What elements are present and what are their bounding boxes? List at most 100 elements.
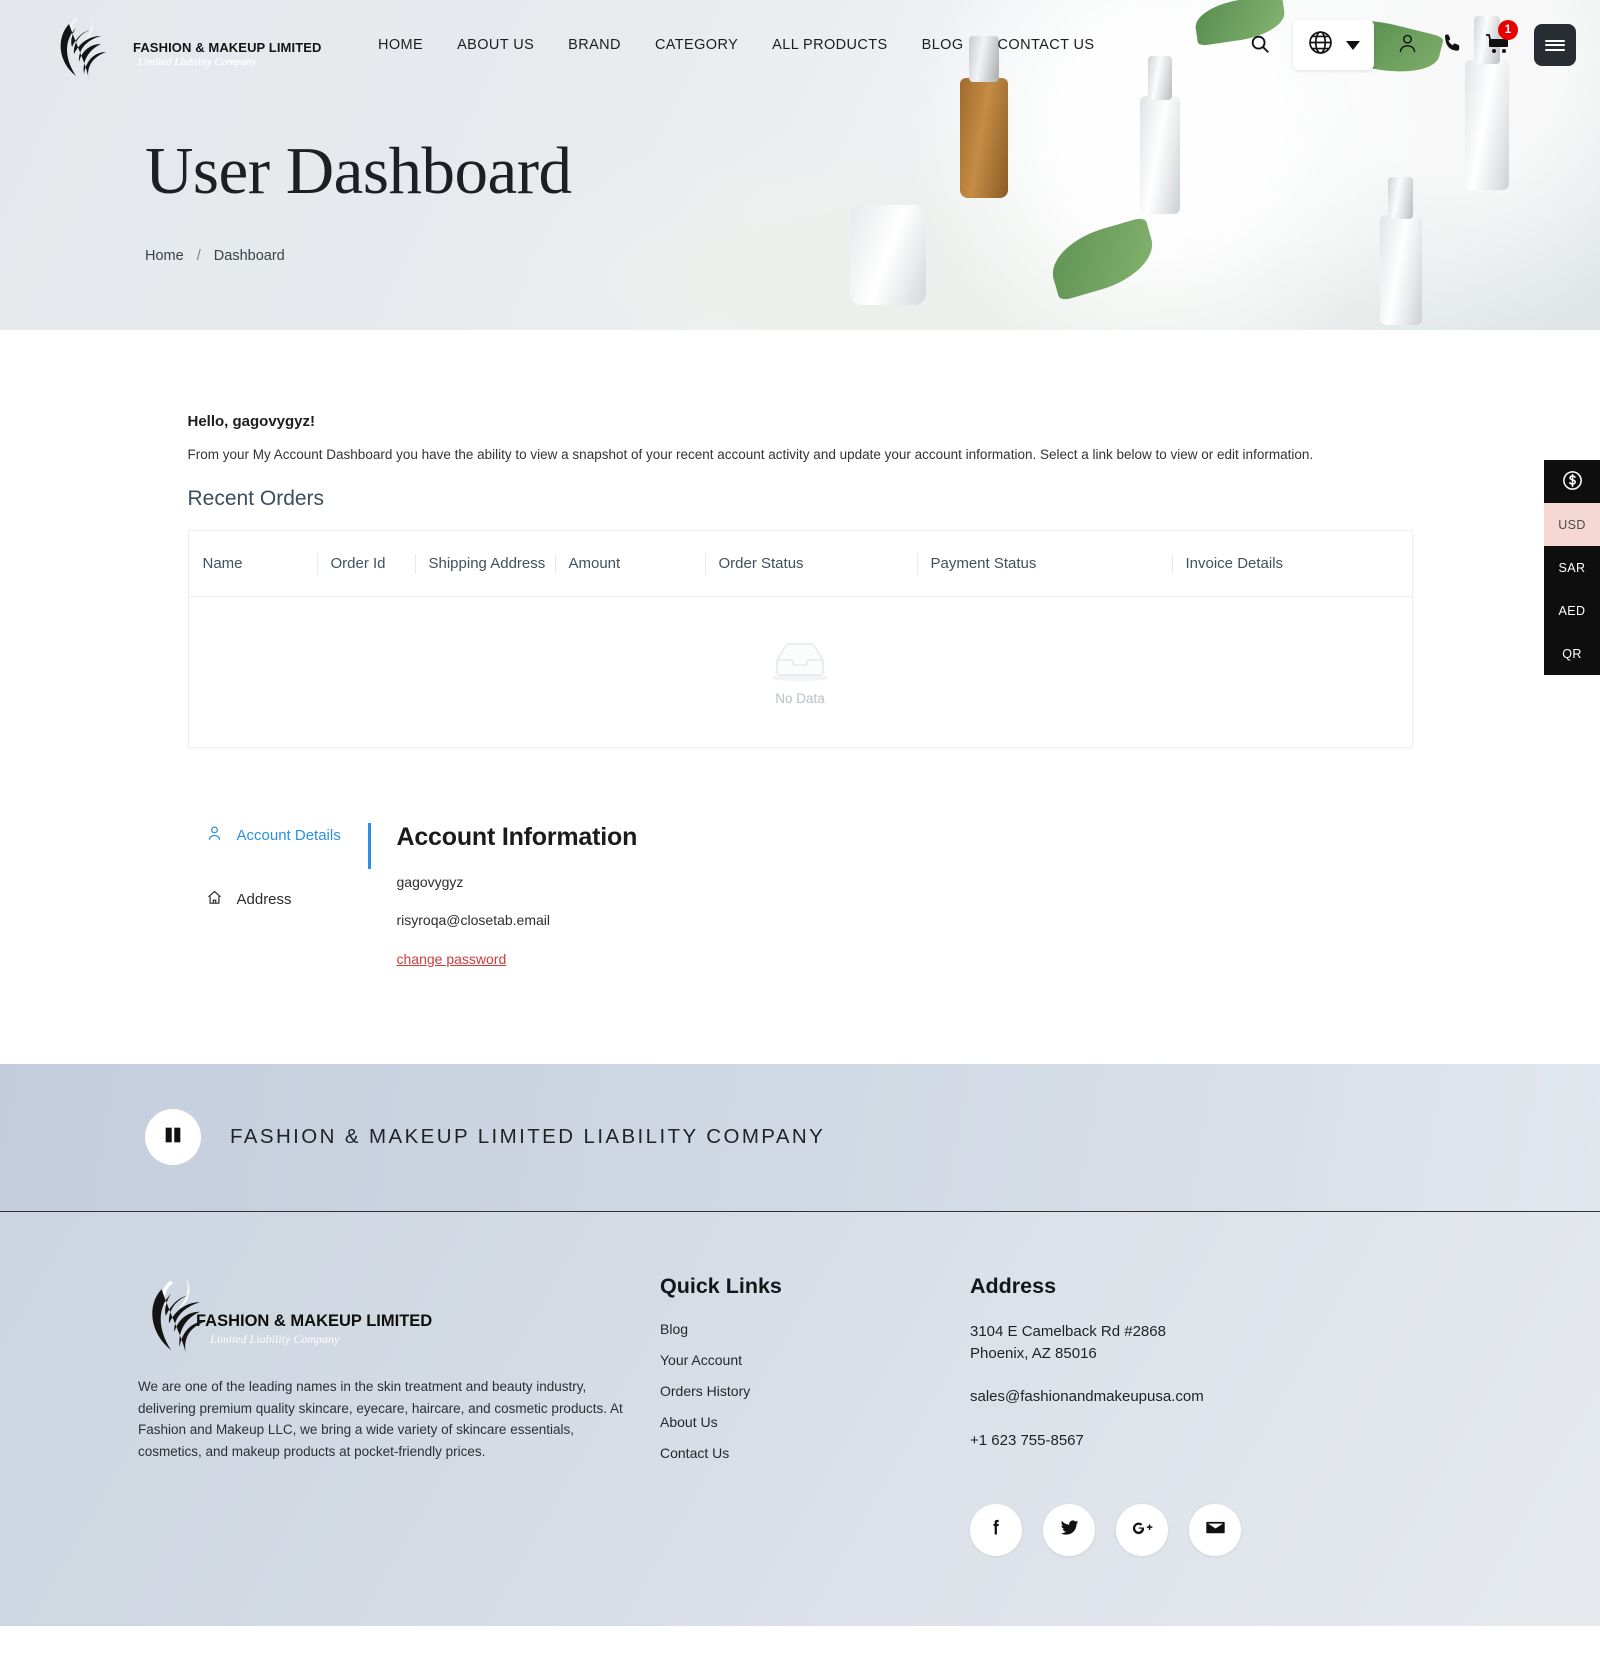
amber-bottle-decoration	[960, 36, 1008, 198]
account-button[interactable]	[1396, 32, 1419, 58]
facebook-icon	[986, 1517, 1006, 1542]
hamburger-icon	[1545, 37, 1565, 53]
book-icon	[162, 1124, 184, 1151]
column-header-order-id[interactable]: Order Id	[316, 531, 415, 598]
dropper-bottle-decoration	[1140, 56, 1180, 214]
cart-button[interactable]: 1	[1486, 19, 1518, 59]
column-header-amount[interactable]: Amount	[554, 531, 705, 598]
nav-item-home[interactable]: HOME	[378, 37, 423, 53]
column-header-invoice-details[interactable]: Invoice Details	[1171, 531, 1412, 598]
page-root: FASHION & MAKEUP LIMITED Limited Liabili…	[0, 0, 1600, 1663]
footer-social-links	[970, 1503, 1400, 1556]
google-plus-icon	[1131, 1517, 1154, 1543]
change-password-link[interactable]: change password	[397, 951, 507, 967]
phone-button[interactable]	[1441, 32, 1464, 58]
dollar-circle-icon	[1561, 469, 1584, 495]
nav-item-blog[interactable]: BLOG	[922, 37, 964, 53]
nav-item-about-us[interactable]: ABOUT US	[457, 37, 534, 53]
recent-orders-table-card: Name Order Id Shipping Address Amount Or…	[187, 530, 1413, 748]
column-header-name[interactable]: Name	[188, 531, 317, 598]
phone-icon	[1441, 32, 1464, 58]
globe-icon	[1307, 29, 1334, 61]
social-link-google-plus[interactable]	[1116, 1503, 1168, 1556]
recent-orders-heading: Recent Orders	[187, 487, 325, 511]
dashboard-container: Hello, gagovygyz! From your My Account D…	[187, 330, 1413, 969]
social-link-twitter[interactable]	[1043, 1503, 1095, 1556]
search-button[interactable]	[1249, 33, 1271, 58]
breadcrumb-separator: /	[196, 248, 201, 264]
nav-item-brand[interactable]: BRAND	[568, 37, 621, 53]
table-header: Name Order Id Shipping Address Amount Or…	[188, 531, 1412, 598]
column-header-order-status[interactable]: Order Status	[704, 531, 917, 598]
footer-phone[interactable]: +1 623 755-8567	[970, 1430, 1400, 1452]
twitter-icon	[1059, 1517, 1080, 1543]
breadcrumb-home[interactable]: Home	[145, 248, 184, 264]
account-tab-label: Account Details	[236, 826, 341, 844]
currency-option-sar[interactable]: SAR	[1544, 546, 1600, 589]
currency-option-usd[interactable]: USD	[1544, 503, 1600, 546]
account-tab-address[interactable]: Address	[206, 887, 368, 912]
dropper-bottle-decoration	[1380, 177, 1422, 325]
tube-decoration	[850, 205, 926, 305]
table-header-row: Name Order Id Shipping Address Amount Or…	[188, 531, 1412, 598]
footer-logo[interactable]: FASHION & MAKEUP LIMITED Limited Liabili…	[138, 1274, 432, 1360]
footer-columns: FASHION & MAKEUP LIMITED Limited Liabili…	[135, 1274, 1465, 1556]
footer-link-contact-us[interactable]: Contact Us	[660, 1445, 970, 1461]
main-content: Hello, gagovygyz! From your My Account D…	[0, 330, 1600, 969]
nav-item-category[interactable]: CATEGORY	[655, 37, 738, 53]
account-information-panel: Account Information gagovygyz risyroqa@c…	[397, 823, 638, 969]
footer-link-your-account[interactable]: Your Account	[660, 1352, 970, 1368]
account-tab-account-details[interactable]: Account Details	[206, 823, 368, 848]
social-link-facebook[interactable]	[970, 1503, 1022, 1556]
footer-address-column: Address 3104 E Camelback Rd #2868 Phoeni…	[970, 1274, 1400, 1556]
column-header-shipping-address[interactable]: Shipping Address	[414, 531, 555, 598]
footer-address-line-2: Phoenix, AZ 85016	[970, 1344, 1097, 1362]
nav-item-all-products[interactable]: ALL PRODUCTS	[772, 37, 887, 53]
leaf-decoration	[1044, 216, 1161, 302]
account-information-heading: Account Information	[396, 822, 638, 851]
logo-wordmark: FASHION & MAKEUP LIMITED	[133, 40, 322, 55]
brand-leaf-icon	[46, 14, 132, 85]
breadcrumb-current: Dashboard	[213, 248, 285, 264]
empty-state-label: No Data	[775, 691, 825, 706]
footer-quick-links-title: Quick Links	[660, 1273, 782, 1298]
site-footer: FASHION & MAKEUP LIMITED Limited Liabili…	[0, 1211, 1600, 1626]
footer-logo-tagline: Limited Liability Company	[210, 1331, 340, 1346]
user-icon	[206, 825, 223, 846]
social-link-email[interactable]	[1189, 1503, 1241, 1556]
breadcrumb: Home / Dashboard	[145, 248, 572, 264]
footer-banner-text: FASHION & MAKEUP LIMITED LIABILITY COMPA…	[230, 1125, 826, 1149]
table-body: No Data	[189, 597, 1412, 747]
page-title: User Dashboard	[145, 134, 572, 208]
footer-address-title: Address	[970, 1273, 1057, 1298]
footer-link-orders-history[interactable]: Orders History	[660, 1383, 970, 1399]
currency-option-aed[interactable]: AED	[1544, 589, 1600, 632]
currency-dollar-icon-button[interactable]	[1544, 460, 1600, 503]
currency-switcher: USD SAR AED QR	[1544, 460, 1600, 675]
cart-count-badge: 1	[1498, 19, 1518, 40]
column-header-payment-status[interactable]: Payment Status	[916, 531, 1172, 598]
table-empty-row: No Data	[189, 597, 1412, 747]
footer-link-about-us[interactable]: About Us	[660, 1414, 970, 1430]
footer-logo-wordmark: FASHION & MAKEUP LIMITED	[196, 1311, 433, 1330]
language-selector[interactable]	[1293, 20, 1374, 70]
header-actions: 1	[1249, 19, 1600, 70]
account-email: risyroqa@closetab.email	[396, 911, 551, 928]
hero-banner: FASHION & MAKEUP LIMITED Limited Liabili…	[0, 0, 1600, 330]
nav-item-contact-us[interactable]: CONTACT US	[998, 37, 1095, 53]
site-logo[interactable]: FASHION & MAKEUP LIMITED Limited Liabili…	[28, 8, 321, 85]
greeting-text: Hello, gagovygyz!	[187, 413, 316, 430]
account-section: Account Details Address Account Informat…	[188, 822, 1413, 969]
site-header: FASHION & MAKEUP LIMITED Limited Liabili…	[0, 0, 1600, 90]
footer-email[interactable]: sales@fashionandmakeupusa.com	[970, 1386, 1400, 1408]
footer-link-blog[interactable]: Blog	[660, 1321, 970, 1337]
account-tabs: Account Details Address	[188, 823, 368, 969]
recent-orders-table: Name Order Id Shipping Address Amount Or…	[188, 531, 1412, 747]
currency-option-qr[interactable]: QR	[1544, 632, 1600, 675]
footer-quick-links-column: Quick Links Blog Your Account Orders His…	[660, 1274, 970, 1556]
search-icon	[1249, 33, 1271, 58]
footer-about-text: We are one of the leading names in the s…	[138, 1378, 623, 1460]
menu-toggle-button[interactable]	[1534, 24, 1576, 66]
footer-address-lines: 3104 E Camelback Rd #2868 Phoenix, AZ 85…	[970, 1321, 1400, 1365]
logo-tagline: Limited Liability Company	[138, 56, 257, 68]
